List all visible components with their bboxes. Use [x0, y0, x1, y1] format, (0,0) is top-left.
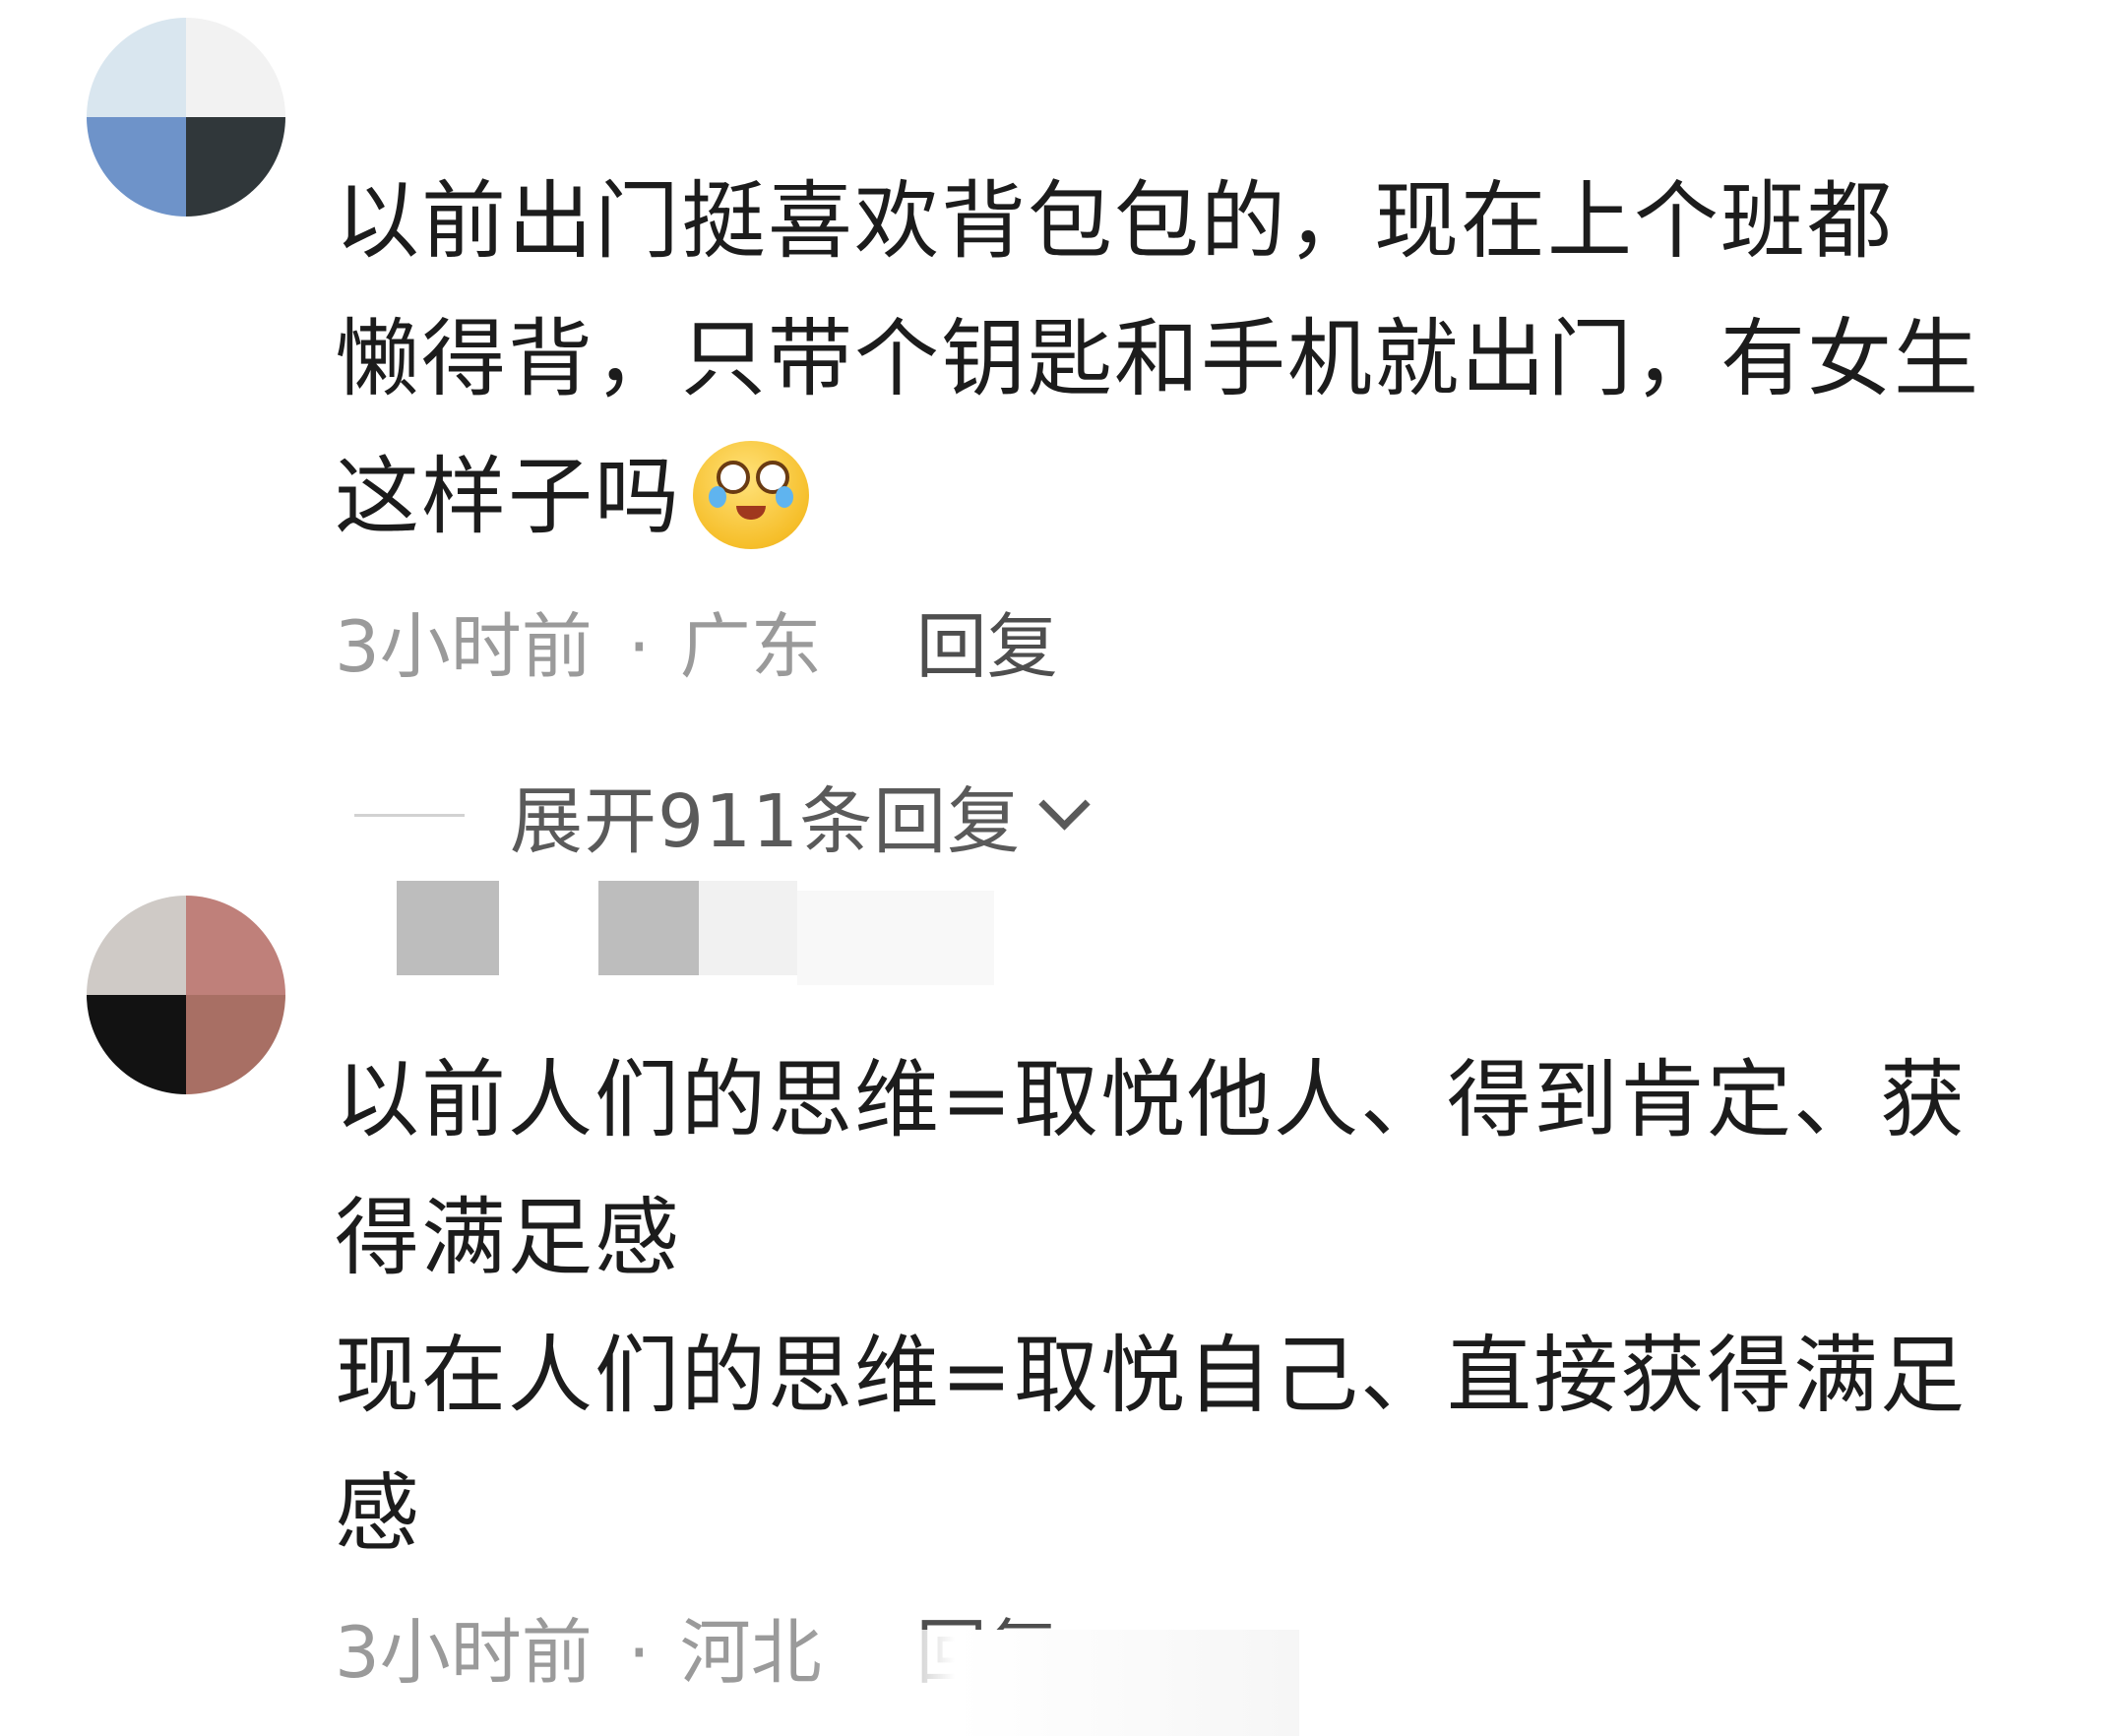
chevron-down-icon	[1038, 777, 1091, 831]
comment-meta: 3小时前 · 广东 回复	[335, 602, 1058, 691]
comment-text-body: 以前出门挺喜欢背包包的，现在上个班都 懒得背，只带个钥匙和手机就出门，有女生 这…	[335, 172, 1980, 546]
comment-location: 广东	[679, 605, 822, 688]
avatar-pixel	[87, 117, 186, 217]
comment-text[interactable]: 以前人们的思维=取悦他人、得到肯定、获 得满足感 现在人们的思维=取悦自己、直接…	[335, 1031, 2087, 1582]
avatar-pixel	[186, 995, 285, 1094]
bottom-fade-overlay	[807, 1630, 1299, 1736]
user-avatar[interactable]	[87, 18, 285, 217]
meta-separator: ·	[627, 605, 651, 688]
avatar-pixel	[87, 995, 186, 1094]
comment-location: 河北	[679, 1611, 822, 1694]
avatar-pixel	[186, 117, 285, 217]
avatar-pixel	[87, 18, 186, 117]
user-avatar[interactable]	[87, 896, 285, 1094]
redacted-username-block	[598, 881, 699, 975]
expand-replies-label: 展开911条回复	[510, 778, 1022, 864]
expand-replies-button[interactable]: 展开911条回复	[354, 771, 1091, 864]
redacted-username-block	[797, 891, 994, 985]
comment-time: 3小时前	[335, 605, 593, 688]
comment-time: 3小时前	[335, 1611, 593, 1694]
avatar-pixel	[186, 18, 285, 117]
laughing-crying-emoji-icon	[687, 431, 815, 551]
reply-button[interactable]: 回复	[916, 605, 1058, 688]
meta-separator: ·	[627, 1611, 651, 1694]
redacted-username-block	[397, 881, 499, 975]
comment-text[interactable]: 以前出门挺喜欢背包包的，现在上个班都 懒得背，只带个钥匙和手机就出门，有女生 这…	[335, 153, 2087, 566]
redacted-username-block	[699, 881, 797, 975]
avatar-pixel	[186, 896, 285, 995]
avatar-pixel	[87, 896, 186, 995]
expand-divider-line	[354, 813, 465, 817]
